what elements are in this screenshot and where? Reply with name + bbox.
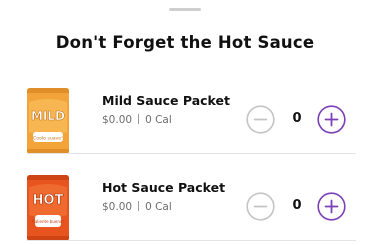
item-price: $0.00 [102, 201, 133, 213]
item-calories: 0 Cal [145, 201, 172, 213]
sheet-title: Don't Forget the Hot Sauce [55, 33, 315, 52]
packet-label: HOT [33, 193, 64, 208]
sheet-drag-handle[interactable] [169, 8, 201, 11]
item-name: Mild Sauce Packet [102, 93, 230, 108]
row-divider [27, 240, 356, 241]
quantity-value: 0 [292, 198, 302, 213]
item-calories: 0 Cal [145, 114, 172, 126]
mild-sauce-packet-image: MILD Coolo suave! [27, 88, 69, 154]
quantity-value: 0 [292, 111, 302, 126]
quantity-stepper: 0 [246, 104, 350, 136]
plus-circle-icon [317, 105, 346, 134]
row-divider [27, 153, 356, 154]
packet-sticker-text: Caliente bueno! [32, 219, 64, 224]
plus-circle-icon [317, 192, 346, 221]
item-meta: $0.00 0 Cal [102, 114, 172, 126]
item-meta: $0.00 0 Cal [102, 201, 172, 213]
list-item: MILD Coolo suave! Mild Sauce Packet $0.0… [0, 88, 370, 154]
item-name: Hot Sauce Packet [102, 180, 226, 195]
minus-circle-icon [246, 105, 275, 134]
packet-sticker-text: Coolo suave! [33, 136, 63, 142]
list-item: HOT Caliente bueno! Hot Sauce Packet $0.… [0, 175, 370, 241]
increment-button[interactable] [317, 192, 346, 221]
bottom-sheet: Don't Forget the Hot Sauce MILD Coolo su… [0, 0, 370, 245]
increment-button[interactable] [317, 105, 346, 134]
hot-sauce-packet-image: HOT Caliente bueno! [27, 175, 69, 241]
meta-separator [138, 114, 140, 124]
decrement-button[interactable] [246, 105, 275, 134]
minus-circle-icon [246, 192, 275, 221]
quantity-stepper: 0 [246, 191, 350, 223]
item-price: $0.00 [102, 114, 133, 126]
decrement-button[interactable] [246, 192, 275, 221]
packet-label: MILD [31, 109, 65, 123]
meta-separator [138, 201, 140, 211]
